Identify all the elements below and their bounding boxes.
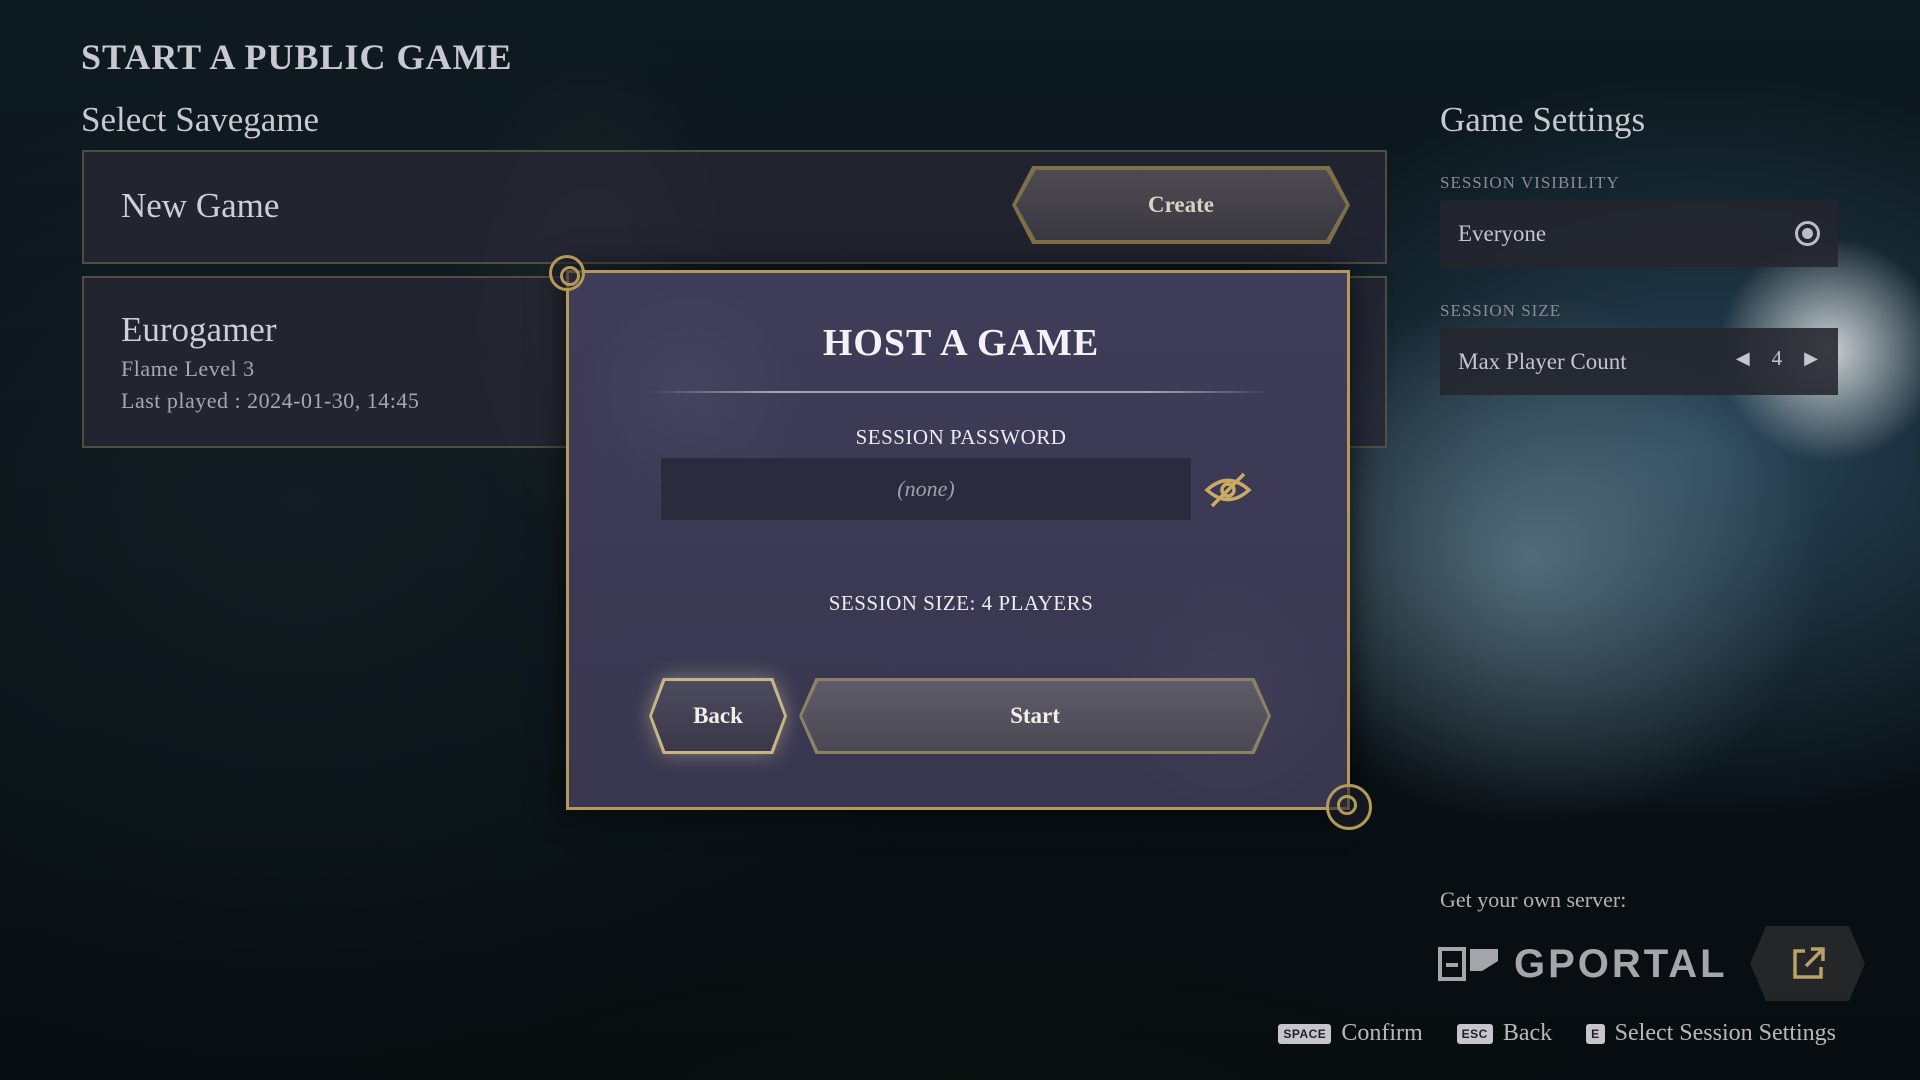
game-settings-heading: Game Settings <box>1440 100 1646 139</box>
dialog-title: HOST A GAME <box>822 322 1100 364</box>
gportal-wordmark: GPORTAL <box>1514 941 1728 986</box>
open-external-link-button[interactable] <box>1750 926 1865 1001</box>
savegame-last-played: Last played : 2024-01-30, 14:45 <box>121 388 420 413</box>
hint-label: Back <box>1502 1020 1553 1046</box>
max-player-count-value: 4 <box>1771 346 1783 370</box>
session-size-label: SESSION SIZE <box>1440 301 1562 320</box>
key-space-icon: SPACE <box>1278 1023 1332 1044</box>
gportal-mark-icon <box>1438 947 1498 981</box>
page-title: START A PUBLIC GAME <box>81 37 513 77</box>
hint-back: ESC Back <box>1456 1020 1553 1047</box>
radio-selected-icon[interactable] <box>1795 221 1820 246</box>
hint-label: Select Session Settings <box>1614 1020 1836 1046</box>
server-promo-label: Get your own server: <box>1440 887 1627 912</box>
hint-select-session-settings: E Select Session Settings <box>1586 1020 1836 1047</box>
savegame-level: Flame Level 3 <box>121 356 255 381</box>
gportal-logo[interactable]: GPORTAL <box>1438 942 1728 986</box>
eye-off-icon <box>1204 472 1252 508</box>
savegame-name: New Game <box>121 186 280 225</box>
key-e-icon: E <box>1586 1023 1605 1044</box>
session-password-input[interactable] <box>661 458 1191 520</box>
start-button-label: Start <box>802 681 1268 751</box>
start-button[interactable]: Start <box>799 678 1271 754</box>
back-button[interactable]: Back <box>649 678 787 754</box>
key-esc-icon: ESC <box>1456 1023 1493 1044</box>
frame-corner-ornament <box>549 255 585 291</box>
session-visibility-value: Everyone <box>1458 220 1547 246</box>
frame-corner-ornament <box>1326 784 1372 830</box>
select-savegame-heading: Select Savegame <box>81 100 320 139</box>
chevron-right-icon[interactable]: ▶ <box>1804 348 1818 369</box>
host-game-dialog: HOST A GAME SESSION PASSWORD SESSION SIZ… <box>566 270 1350 810</box>
hint-confirm: SPACE Confirm <box>1278 1020 1423 1047</box>
control-hints: SPACE Confirm ESC Back E Select Session … <box>1278 1020 1836 1047</box>
session-size-stepper[interactable]: Max Player Count ◀ 4 ▶ <box>1440 328 1838 395</box>
chevron-left-icon[interactable]: ◀ <box>1736 348 1750 369</box>
max-player-count-label: Max Player Count <box>1458 348 1627 374</box>
savegame-name: Eurogamer <box>121 310 277 349</box>
dialog-divider <box>649 391 1273 393</box>
session-password-label: SESSION PASSWORD <box>855 425 1067 449</box>
create-button[interactable]: Create <box>1016 170 1346 240</box>
session-visibility-label: SESSION VISIBILITY <box>1440 173 1620 192</box>
external-link-icon <box>1792 946 1825 979</box>
session-size-summary: SESSION SIZE: 4 PLAYERS <box>828 591 1094 615</box>
session-visibility-selector[interactable]: Everyone <box>1440 200 1838 267</box>
hint-label: Confirm <box>1341 1020 1423 1046</box>
savegame-card-new-game[interactable]: New Game Create <box>82 150 1387 264</box>
back-button-label: Back <box>652 681 784 751</box>
toggle-password-visibility-button[interactable] <box>1203 469 1253 511</box>
